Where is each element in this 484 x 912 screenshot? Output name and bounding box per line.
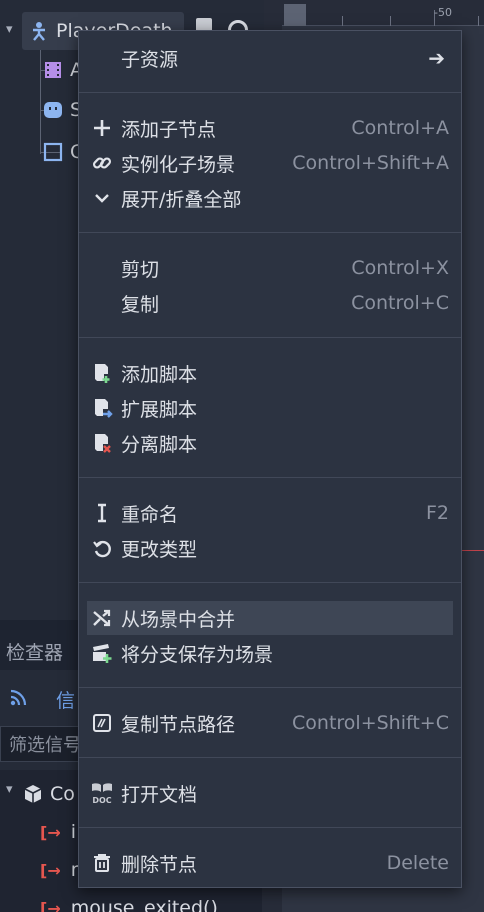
tab-inspector[interactable]: 检查器 xyxy=(6,638,63,665)
menu-separator xyxy=(79,477,461,478)
signal-item[interactable]: [→ i xyxy=(40,816,76,848)
tab-signals[interactable]: 信 xyxy=(56,686,75,713)
menu-shortcut: Control+Shift+C xyxy=(292,712,449,734)
menu-shortcut: F2 xyxy=(425,502,449,524)
signal-icon: [→ xyxy=(40,860,61,880)
tree-item[interactable]: S xyxy=(42,92,82,128)
signals-root-item[interactable]: Co xyxy=(22,778,75,810)
menu-item-add-child-node[interactable]: 添加子节点 Control+A xyxy=(87,111,453,145)
tree-item[interactable]: A xyxy=(42,52,83,88)
trash-icon xyxy=(89,850,115,876)
menu-shortcut: Delete xyxy=(386,852,449,874)
sprite-icon xyxy=(42,99,64,121)
menu-item-label: 将分支保存为场景 xyxy=(121,643,274,666)
menu-item-sub-resources[interactable]: 子资源 ➔ xyxy=(87,41,453,75)
menu-item-copy-node-path[interactable]: 复制节点路径 Control+Shift+C xyxy=(87,706,453,740)
menu-separator xyxy=(79,337,461,338)
script-remove-icon xyxy=(89,430,115,456)
rss-icon xyxy=(10,688,28,710)
menu-separator xyxy=(79,232,461,233)
signals-root-label: Co xyxy=(50,783,75,805)
menu-item-label: 删除节点 xyxy=(121,853,198,876)
menu-shortcut: Control+A xyxy=(351,117,449,139)
menu-item-save-branch-as-scene[interactable]: 将分支保存为场景 xyxy=(87,636,453,670)
chevron-down-icon xyxy=(89,185,115,211)
menu-item-label: 复制节点路径 xyxy=(121,713,236,736)
signal-label: mouse_exited() xyxy=(70,897,218,912)
menu-shortcut: Control+Shift+A xyxy=(292,152,449,174)
svg-text:DOC: DOC xyxy=(92,796,111,805)
menu-item-detach-script[interactable]: 分离脚本 xyxy=(87,426,453,460)
guide-line xyxy=(460,550,484,551)
add-icon xyxy=(89,115,115,141)
clapper-add-icon xyxy=(89,640,115,666)
shuffle-icon xyxy=(89,605,115,631)
cube-icon xyxy=(22,783,44,805)
menu-item-instantiate-child-scene[interactable]: 实例化子场景 Control+Shift+A xyxy=(87,146,453,180)
rename-icon xyxy=(89,500,115,526)
menu-item-expand-collapse-all[interactable]: 展开/折叠全部 xyxy=(87,181,453,215)
menu-item-label: 打开文档 xyxy=(121,783,198,806)
menu-separator xyxy=(79,757,461,758)
link-icon xyxy=(89,150,115,176)
rotate-icon xyxy=(89,535,115,561)
chevron-down-icon[interactable]: ▾ xyxy=(6,782,13,797)
menu-item-delete-node[interactable]: 删除节点 Delete xyxy=(87,846,453,880)
arrow-right-icon: ➔ xyxy=(428,46,445,70)
animation-icon xyxy=(42,59,64,81)
menu-item-copy[interactable]: 复制 Control+C xyxy=(87,286,453,320)
ruler-label: -50 xyxy=(434,6,452,19)
menu-item-label: 扩展脚本 xyxy=(121,398,198,421)
menu-separator xyxy=(79,687,461,688)
menu-item-label: 添加脚本 xyxy=(121,363,198,386)
menu-separator xyxy=(79,92,461,93)
menu-separator xyxy=(79,582,461,583)
filter-placeholder: 筛选信号 xyxy=(9,735,81,756)
menu-item-label: 添加子节点 xyxy=(121,118,217,141)
menu-item-change-type[interactable]: 更改类型 xyxy=(87,531,453,565)
menu-item-label: 重命名 xyxy=(121,503,179,526)
menu-item-rename[interactable]: 重命名 F2 xyxy=(87,496,453,530)
menu-item-label: 复制 xyxy=(121,293,160,316)
menu-item-label: 更改类型 xyxy=(121,538,198,561)
signal-icon: [→ xyxy=(40,822,61,842)
menu-item-label: 从场景中合并 xyxy=(121,608,236,631)
menu-shortcut: Control+X xyxy=(351,257,449,279)
menu-item-extend-script[interactable]: 扩展脚本 xyxy=(87,391,453,425)
menu-item-merge-from-scene[interactable]: 从场景中合并 xyxy=(87,601,453,635)
menu-item-cut[interactable]: 剪切 Control+X xyxy=(87,251,453,285)
horizontal-ruler xyxy=(282,0,484,26)
script-add-icon xyxy=(89,360,115,386)
control-icon xyxy=(42,141,64,163)
chevron-down-icon[interactable]: ▾ xyxy=(6,22,13,37)
menu-item-label: 展开/折叠全部 xyxy=(121,188,242,211)
menu-item-attach-script[interactable]: 添加脚本 xyxy=(87,356,453,390)
menu-item-label: 剪切 xyxy=(121,258,160,281)
menu-shortcut: Control+C xyxy=(351,292,449,314)
signal-icon: [→ xyxy=(40,898,61,912)
ruler-corner xyxy=(284,4,306,26)
signal-item[interactable]: [→ mouse_exited() xyxy=(40,892,218,912)
menu-item-open-documentation[interactable]: DOC 打开文档 xyxy=(87,776,453,810)
menu-item-label: 分离脚本 xyxy=(121,433,198,456)
context-menu: 子资源 ➔ 添加子节点 Control+A 实例化子场景 Control+Shi… xyxy=(78,30,462,888)
copy-path-icon xyxy=(89,710,115,736)
menu-item-label: 子资源 xyxy=(121,48,179,71)
doc-icon: DOC xyxy=(89,780,115,806)
menu-item-label: 实例化子场景 xyxy=(121,153,236,176)
menu-separator xyxy=(79,827,461,828)
signal-label: i xyxy=(70,821,76,843)
player-node-icon xyxy=(28,20,50,42)
script-extend-icon xyxy=(89,395,115,421)
